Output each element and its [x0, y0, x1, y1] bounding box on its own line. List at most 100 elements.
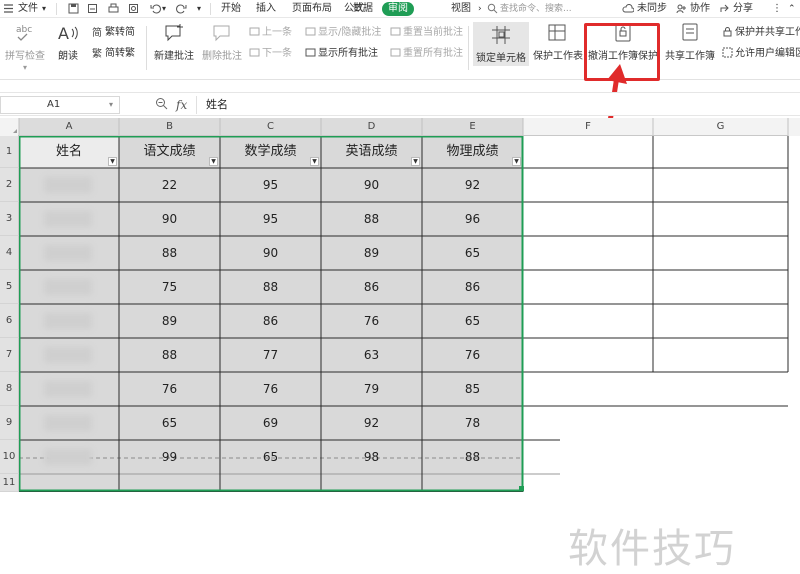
- row-header-5[interactable]: 5: [0, 270, 19, 304]
- header-cell[interactable]: 姓名: [19, 136, 119, 168]
- table-cell[interactable]: 65: [119, 406, 220, 440]
- spellcheck-button[interactable]: abc 拼写检查 ▾: [2, 22, 48, 73]
- export-icon[interactable]: [87, 3, 98, 14]
- share-icon[interactable]: [719, 3, 730, 14]
- table-cell[interactable]: 88: [220, 270, 321, 304]
- table-cell[interactable]: 76: [119, 372, 220, 406]
- column-header-F[interactable]: F: [523, 118, 653, 136]
- table-cell[interactable]: 86: [220, 304, 321, 338]
- table-cell[interactable]: 69: [220, 406, 321, 440]
- collapse-ribbon-icon[interactable]: ⌃: [788, 2, 796, 16]
- print-preview-icon[interactable]: [128, 3, 139, 14]
- name-box[interactable]: A1 ▾: [0, 96, 120, 114]
- table-cell[interactable]: 95: [220, 202, 321, 236]
- header-cell[interactable]: 英语成绩: [321, 136, 422, 168]
- redo-icon[interactable]: [176, 3, 187, 14]
- row-header-4[interactable]: 4: [0, 236, 19, 270]
- simp-to-trad-button[interactable]: 繁简转繁: [92, 46, 135, 62]
- print-icon[interactable]: [108, 3, 119, 14]
- table-cell[interactable]: 85: [422, 372, 523, 406]
- share-workbook-button[interactable]: 共享工作簿: [664, 22, 716, 62]
- table-cell[interactable]: 76: [321, 304, 422, 338]
- read-aloud-button[interactable]: A 朗读: [54, 22, 82, 62]
- table-cell[interactable]: 92: [321, 406, 422, 440]
- function-icon[interactable]: fx: [176, 96, 187, 114]
- row-header-2[interactable]: 2: [0, 168, 19, 202]
- table-cell[interactable]: 65: [422, 304, 523, 338]
- column-header-A[interactable]: A: [19, 118, 119, 136]
- prev-comment-button[interactable]: 上一条: [249, 25, 292, 41]
- row-header-7[interactable]: 7: [0, 338, 19, 372]
- column-header-D[interactable]: D: [321, 118, 422, 136]
- share-button[interactable]: 分享: [733, 2, 753, 16]
- filter-dropdown-icon[interactable]: ▼: [310, 157, 319, 166]
- header-cell[interactable]: 语文成绩: [119, 136, 220, 168]
- table-cell[interactable]: 22: [119, 168, 220, 202]
- table-cell[interactable]: 90: [321, 168, 422, 202]
- table-cell[interactable]: 88: [321, 202, 422, 236]
- table-cell[interactable]: 65: [422, 236, 523, 270]
- row-header-10[interactable]: 10: [0, 440, 19, 474]
- show-all-comments-button[interactable]: 显示所有批注: [305, 46, 378, 62]
- filter-dropdown-icon[interactable]: ▼: [108, 157, 117, 166]
- table-cell[interactable]: 92: [422, 168, 523, 202]
- table-cell[interactable]: 76: [422, 338, 523, 372]
- chevron-down-icon[interactable]: ▾: [42, 2, 46, 16]
- undo-icon[interactable]: [150, 3, 161, 14]
- zoom-search-icon[interactable]: [155, 97, 168, 113]
- column-header-E[interactable]: E: [422, 118, 523, 136]
- table-cell[interactable]: 77: [220, 338, 321, 372]
- tab-review[interactable]: 审阅: [382, 2, 414, 16]
- protect-and-share-button[interactable]: 保护并共享工作: [722, 25, 800, 41]
- formula-input[interactable]: 姓名: [206, 96, 228, 114]
- chevron-down-icon[interactable]: ▾: [109, 97, 113, 113]
- save-icon[interactable]: [68, 3, 79, 14]
- table-cell[interactable]: 63: [321, 338, 422, 372]
- file-menu[interactable]: 文件: [18, 2, 38, 16]
- table-cell[interactable]: 88: [119, 338, 220, 372]
- tab-page-layout[interactable]: 页面布局: [292, 2, 332, 16]
- new-comment-button[interactable]: 新建批注: [152, 22, 196, 62]
- row-header-1[interactable]: 1: [0, 136, 19, 168]
- chevron-right-icon[interactable]: ›: [478, 2, 482, 16]
- row-header-9[interactable]: 9: [0, 406, 19, 440]
- next-comment-button[interactable]: 下一条: [249, 46, 292, 62]
- table-cell[interactable]: 86: [321, 270, 422, 304]
- table-cell[interactable]: 99: [119, 440, 220, 474]
- search-input[interactable]: 查找命令、搜索...: [486, 2, 600, 16]
- trad-to-simp-button[interactable]: 简繁转简: [92, 25, 135, 41]
- table-cell[interactable]: 98: [321, 440, 422, 474]
- table-cell[interactable]: 86: [422, 270, 523, 304]
- collaborate-icon[interactable]: [676, 3, 687, 14]
- table-cell[interactable]: 78: [422, 406, 523, 440]
- table-cell[interactable]: 88: [422, 440, 523, 474]
- table-cell[interactable]: 89: [321, 236, 422, 270]
- table-cell[interactable]: 90: [119, 202, 220, 236]
- delete-comment-button[interactable]: 删除批注: [200, 22, 244, 62]
- table-cell[interactable]: 75: [119, 270, 220, 304]
- filter-dropdown-icon[interactable]: ▼: [209, 157, 218, 166]
- table-cell[interactable]: 89: [119, 304, 220, 338]
- table-cell[interactable]: 79: [321, 372, 422, 406]
- table-cell[interactable]: 90: [220, 236, 321, 270]
- tab-data[interactable]: 数据: [353, 2, 373, 16]
- header-cell[interactable]: 数学成绩: [220, 136, 321, 168]
- chevron-down-icon[interactable]: ▾: [197, 2, 201, 16]
- filter-dropdown-icon[interactable]: ▼: [512, 157, 521, 166]
- row-header-3[interactable]: 3: [0, 202, 19, 236]
- show-hide-comment-button[interactable]: 显示/隐藏批注: [305, 25, 381, 41]
- row-header-8[interactable]: 8: [0, 372, 19, 406]
- lock-cell-button[interactable]: 锁定单元格: [473, 22, 529, 66]
- filter-dropdown-icon[interactable]: ▼: [411, 157, 420, 166]
- header-cell[interactable]: 物理成绩: [422, 136, 523, 168]
- reset-all-comments-button[interactable]: 重置所有批注: [390, 46, 463, 62]
- collaborate-button[interactable]: 协作: [690, 2, 710, 16]
- table-cell[interactable]: 76: [220, 372, 321, 406]
- tab-insert[interactable]: 插入: [256, 2, 276, 16]
- table-cell[interactable]: 88: [119, 236, 220, 270]
- table-cell[interactable]: 96: [422, 202, 523, 236]
- sync-status[interactable]: 未同步: [637, 2, 667, 16]
- cloud-icon[interactable]: [622, 3, 635, 14]
- column-header-B[interactable]: B: [119, 118, 220, 136]
- more-icon[interactable]: ⋮: [772, 2, 782, 16]
